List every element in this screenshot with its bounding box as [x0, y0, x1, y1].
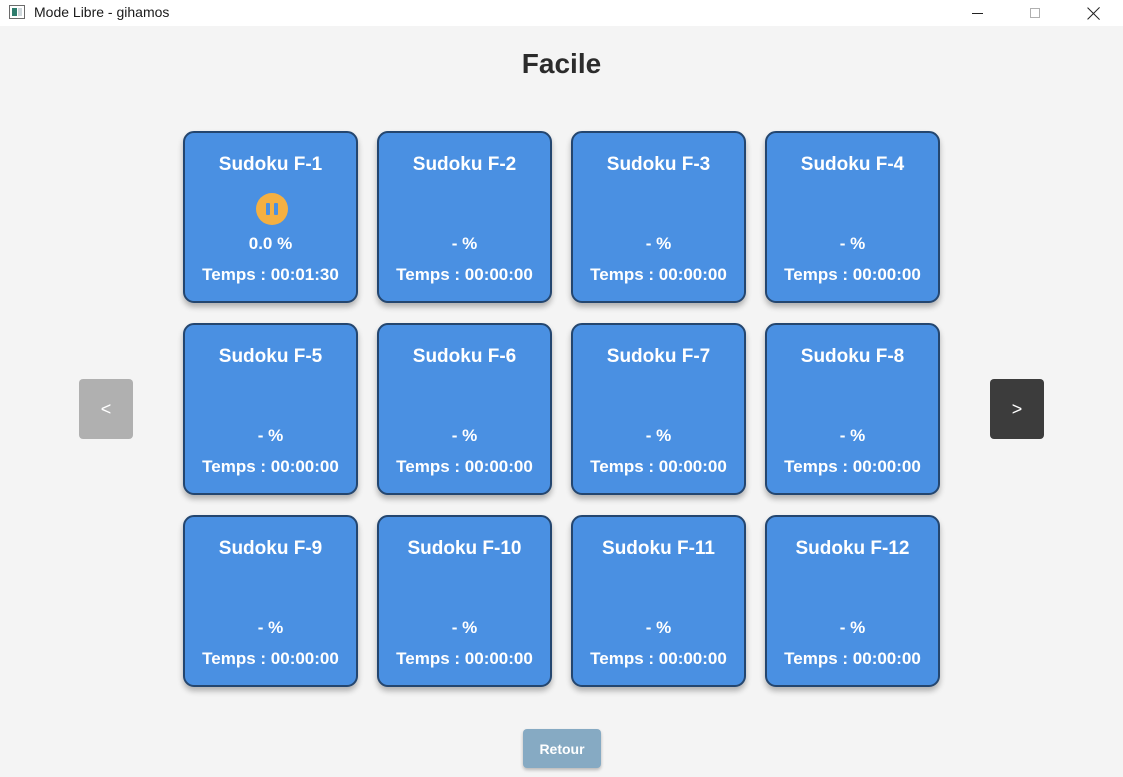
maximize-icon [1030, 8, 1040, 18]
card-percent: - % [257, 426, 284, 445]
card-title: Sudoku F-8 [800, 346, 905, 367]
maximize-button[interactable] [1012, 0, 1058, 26]
card-time: Temps : 00:00:00 [590, 649, 727, 668]
card-time: Temps : 00:00:00 [590, 457, 727, 476]
app-icon [9, 5, 25, 19]
card-percent: - % [645, 426, 672, 445]
sudoku-card[interactable]: Sudoku F-2 - % Temps : 00:00:00 [377, 131, 552, 303]
card-title: Sudoku F-10 [407, 538, 522, 559]
card-title: Sudoku F-9 [218, 538, 323, 559]
card-percent: 0.0 % [248, 234, 293, 253]
card-percent: - % [645, 618, 672, 637]
card-time: Temps : 00:00:00 [202, 457, 339, 476]
close-icon [1087, 6, 1101, 20]
sudoku-card[interactable]: Sudoku F-9 - % Temps : 00:00:00 [183, 515, 358, 687]
card-percent: - % [645, 234, 672, 253]
sudoku-card[interactable]: Sudoku F-5 - % Temps : 00:00:00 [183, 323, 358, 495]
card-percent: - % [257, 618, 284, 637]
card-title: Sudoku F-1 [218, 154, 323, 175]
card-title: Sudoku F-4 [800, 154, 905, 175]
card-time: Temps : 00:00:00 [396, 265, 533, 284]
card-percent: - % [839, 618, 866, 637]
minimize-icon [971, 12, 983, 14]
card-title: Sudoku F-11 [602, 538, 715, 559]
card-percent: - % [451, 618, 478, 637]
card-time: Temps : 00:00:00 [784, 457, 921, 476]
card-time: Temps : 00:00:00 [202, 649, 339, 668]
card-title: Sudoku F-3 [606, 154, 711, 175]
card-time: Temps : 00:00:00 [396, 457, 533, 476]
card-percent: - % [451, 426, 478, 445]
sudoku-card[interactable]: Sudoku F-8 - % Temps : 00:00:00 [765, 323, 940, 495]
title-bar: Mode Libre - gihamos [0, 0, 1123, 26]
sudoku-card[interactable]: Sudoku F-10 - % Temps : 00:00:00 [377, 515, 552, 687]
pause-icon [256, 193, 288, 225]
app-window: Mode Libre - gihamos Facile < > Sudoku F… [0, 0, 1123, 777]
minimize-button[interactable] [954, 0, 1000, 26]
card-title: Sudoku F-5 [218, 346, 323, 367]
card-percent: - % [839, 234, 866, 253]
card-time: Temps : 00:01:30 [202, 265, 339, 284]
card-percent: - % [839, 426, 866, 445]
sudoku-grid: Sudoku F-1 0.0 % Temps : 00:01:30 Sudoku… [183, 131, 940, 687]
card-time: Temps : 00:00:00 [784, 649, 921, 668]
card-percent: - % [451, 234, 478, 253]
close-button[interactable] [1071, 0, 1117, 26]
sudoku-card[interactable]: Sudoku F-12 - % Temps : 00:00:00 [765, 515, 940, 687]
sudoku-card[interactable]: Sudoku F-6 - % Temps : 00:00:00 [377, 323, 552, 495]
sudoku-card[interactable]: Sudoku F-1 0.0 % Temps : 00:01:30 [183, 131, 358, 303]
sudoku-card[interactable]: Sudoku F-11 - % Temps : 00:00:00 [571, 515, 746, 687]
card-title: Sudoku F-12 [795, 538, 910, 559]
previous-page-button[interactable]: < [79, 379, 133, 439]
back-button[interactable]: Retour [523, 729, 601, 768]
card-title: Sudoku F-7 [606, 346, 711, 367]
card-title: Sudoku F-6 [412, 346, 517, 367]
card-time: Temps : 00:00:00 [590, 265, 727, 284]
card-time: Temps : 00:00:00 [396, 649, 533, 668]
page-title: Facile [521, 48, 602, 79]
window-title: Mode Libre - gihamos [34, 4, 170, 20]
next-page-button[interactable]: > [990, 379, 1044, 439]
sudoku-card[interactable]: Sudoku F-4 - % Temps : 00:00:00 [765, 131, 940, 303]
card-title: Sudoku F-2 [412, 154, 517, 175]
card-time: Temps : 00:00:00 [784, 265, 921, 284]
sudoku-card[interactable]: Sudoku F-3 - % Temps : 00:00:00 [571, 131, 746, 303]
sudoku-card[interactable]: Sudoku F-7 - % Temps : 00:00:00 [571, 323, 746, 495]
